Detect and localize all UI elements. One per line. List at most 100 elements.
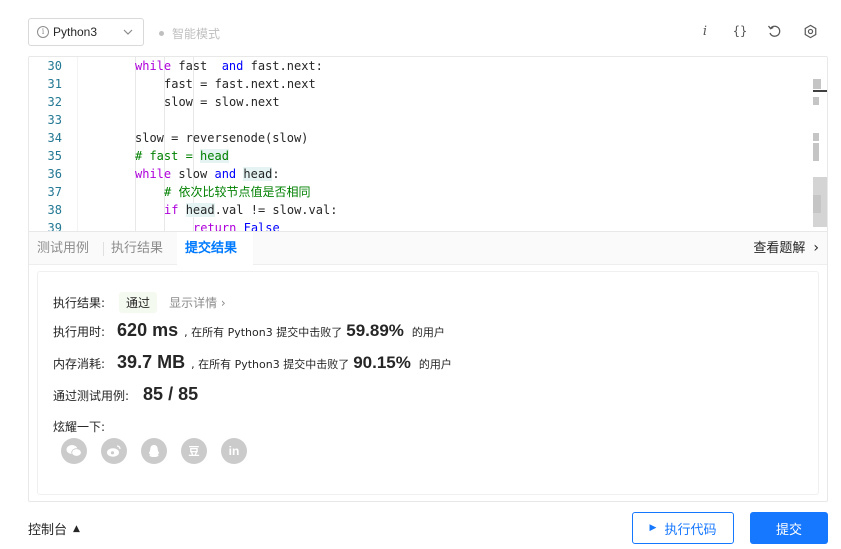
tab-submit-result[interactable]: 提交结果 <box>177 232 253 265</box>
see-solution-link[interactable]: 查看题解 › <box>753 232 819 265</box>
settings-icon[interactable] <box>801 22 819 40</box>
code-token: head <box>243 167 273 181</box>
cursor-marker <box>813 90 827 92</box>
code-token: slow <box>171 167 215 181</box>
douban-icon[interactable]: 豆 <box>181 438 207 464</box>
runtime-percentile: 59.89% <box>346 321 404 340</box>
code-token: and <box>221 59 244 73</box>
code-token: : <box>272 167 280 181</box>
submit-button[interactable]: 提交 <box>750 512 828 544</box>
line-number: 32 <box>47 95 62 109</box>
status-label: 执行结果: <box>53 296 106 310</box>
share-row-label: 炫耀一下: <box>53 418 105 435</box>
line-number: 36 <box>47 167 62 181</box>
code-text: fast = fast.next.next <box>164 75 316 93</box>
code-token: slow = slow.next <box>164 95 280 109</box>
code-token: if <box>164 203 179 217</box>
line-number: 35 <box>47 149 62 163</box>
editor-scrollbar[interactable] <box>813 57 827 231</box>
line-number: 39 <box>47 221 62 231</box>
chevron-right-icon: › <box>813 240 819 256</box>
editor-panel: 30 while fast and fast.next: 31 fast = fast… <box>28 56 828 502</box>
show-details-link[interactable]: 显示详情 › <box>169 294 226 311</box>
scroll-marker <box>813 143 819 161</box>
wechat-icon[interactable] <box>61 438 87 464</box>
braces-icon[interactable]: {} <box>731 22 749 40</box>
language-label: Python3 <box>53 25 98 39</box>
scroll-marker <box>813 195 821 213</box>
code-token: and <box>214 167 237 181</box>
code-token: return <box>193 221 237 231</box>
editor-toolbar: i Python3 智能模式 i {} <box>0 0 841 56</box>
line-number: 33 <box>47 113 62 127</box>
code-line: 30 while fast and fast.next: <box>29 57 809 75</box>
code-line: 33 <box>29 111 809 129</box>
result-tabs: 测试用例 执行结果 提交结果 查看题解 › <box>29 231 827 265</box>
info-icon: i <box>37 26 49 38</box>
runtime-label: 执行用时: <box>53 325 106 339</box>
line-number: 34 <box>47 131 62 145</box>
code-token: while <box>135 59 172 73</box>
qq-icon[interactable] <box>141 438 167 464</box>
code-text: slow = reversenode(slow) <box>135 129 308 147</box>
runtime-value: 620 ms <box>117 320 179 340</box>
code-text: while fast and fast.next: <box>135 57 323 75</box>
code-token: head <box>185 203 215 217</box>
code-line: 34 slow = reversenode(slow) <box>29 129 809 147</box>
code-text: # fast = head <box>135 147 229 165</box>
code-token: fast = fast.next.next <box>164 77 316 91</box>
code-line: 38 if head.val != slow.val: <box>29 201 809 219</box>
scroll-marker <box>813 79 821 89</box>
language-select[interactable]: i Python3 <box>28 18 144 46</box>
code-token: head <box>200 149 229 163</box>
code-token: while <box>135 167 172 181</box>
code-token: fast.next: <box>243 59 323 73</box>
code-text: # 依次比较节点值是否相同 <box>164 183 310 201</box>
line-number: 31 <box>47 77 62 91</box>
code-text: return False <box>193 219 280 231</box>
memory-value: 39.7 MB <box>117 352 186 372</box>
scroll-marker <box>813 97 819 105</box>
code-text: if head.val != slow.val: <box>164 201 337 219</box>
memory-row: 内存消耗: 39.7 MB , 在所有 Python3 提交中击败了 90.15… <box>53 352 452 373</box>
code-editor[interactable]: 30 while fast and fast.next: 31 fast = fast… <box>29 57 827 231</box>
test-cases-label: 通过测试用例: <box>53 389 130 403</box>
code-text: while slow and head: <box>135 165 280 183</box>
console-toggle[interactable]: 控制台 ▲ <box>28 519 80 538</box>
share-label: 炫耀一下: <box>53 420 106 434</box>
line-number: 37 <box>47 185 62 199</box>
tab-test-cases[interactable]: 测试用例 <box>29 232 97 265</box>
weibo-icon[interactable] <box>101 438 127 464</box>
memory-beat-suffix: 的用户 <box>418 358 452 371</box>
code-line: 35 # fast = head <box>29 147 809 165</box>
code-line: 37 # 依次比较节点值是否相同 <box>29 183 809 201</box>
smart-mode-toggle[interactable]: 智能模式 <box>159 25 220 42</box>
share-buttons: 豆 in <box>61 438 247 464</box>
chevron-down-icon <box>123 29 133 35</box>
info-icon[interactable]: i <box>696 22 714 40</box>
memory-percentile: 90.15% <box>353 353 411 372</box>
test-cases-value: 85 / 85 <box>143 384 199 404</box>
runtime-beat-text: , 在所有 Python3 提交中击败了 <box>184 326 343 339</box>
memory-label: 内存消耗: <box>53 357 106 371</box>
code-token: # 依次比较节点值是否相同 <box>164 185 311 199</box>
code-text: slow = slow.next <box>164 93 280 111</box>
code-token: fast <box>171 59 222 73</box>
line-number: 30 <box>47 59 62 73</box>
reset-icon[interactable] <box>765 22 783 40</box>
line-number: 38 <box>47 203 62 217</box>
linkedin-icon[interactable]: in <box>221 438 247 464</box>
test-cases-row: 通过测试用例: 85 / 85 <box>53 384 198 405</box>
status-row: 执行结果: 通过 显示详情 › <box>53 292 226 313</box>
runtime-beat-suffix: 的用户 <box>411 326 445 339</box>
code-token: slow = reversenode(slow) <box>135 131 309 145</box>
tab-run-result[interactable]: 执行结果 <box>103 232 171 265</box>
smart-mode-label: 智能模式 <box>172 27 221 41</box>
run-code-button[interactable]: ▶ 执行代码 <box>632 512 734 544</box>
code-token: .val != slow.val: <box>214 203 338 217</box>
code-line: 39 return False <box>29 219 809 231</box>
see-solution-label: 查看题解 <box>753 241 806 256</box>
code-token: False <box>243 221 280 231</box>
